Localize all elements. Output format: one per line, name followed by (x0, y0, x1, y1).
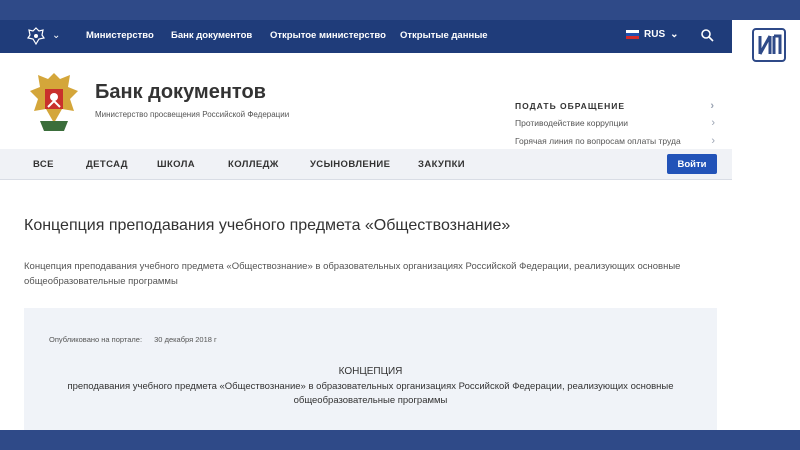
submit-appeal-link[interactable]: ПОДАТЬ ОБРАЩЕНИЕ › (515, 99, 715, 113)
link-label: Противодействие коррупции (515, 118, 629, 128)
anti-corruption-link[interactable]: Противодействие коррупции › (515, 116, 715, 130)
document-title: преподавания учебного предмета «Общество… (67, 381, 674, 406)
emblem-icon[interactable] (24, 67, 84, 135)
brand-logo-icon (752, 28, 786, 62)
emblem-icon[interactable] (26, 26, 46, 46)
nav-item-document-bank[interactable]: Банк документов (171, 30, 252, 41)
menu-item-college[interactable]: КОЛЛЕДЖ (228, 159, 279, 170)
bottom-band (0, 430, 800, 450)
presentation-frame: ⌄ Министерство Банк документов Открытое … (0, 0, 800, 450)
hotline-link[interactable]: Горячая линия по вопросам оплаты труда › (515, 134, 715, 148)
right-margin (732, 20, 800, 430)
link-label: Горячая линия по вопросам оплаты труда (515, 136, 681, 146)
document-preview: Опубликовано на портале: 30 декабря 2018… (24, 308, 717, 430)
chevron-right-icon: › (711, 135, 715, 147)
menu-item-school[interactable]: ШКОЛА (157, 159, 195, 170)
top-navigation: ⌄ Министерство Банк документов Открытое … (0, 20, 732, 53)
language-selector[interactable]: RUS ⌄ (626, 29, 679, 40)
menu-item-all[interactable]: ВСЕ (33, 159, 54, 170)
site-title[interactable]: Банк документов (95, 81, 266, 104)
link-label: ПОДАТЬ ОБРАЩЕНИЕ (515, 101, 626, 111)
document-heading: КОНЦЕПЦИЯ (338, 366, 403, 377)
top-band (0, 0, 800, 20)
publication-info: Опубликовано на портале: 30 декабря 2018… (49, 335, 217, 344)
search-icon[interactable] (700, 28, 714, 42)
page-title: Концепция преподавания учебного предмета… (24, 217, 511, 234)
flag-icon (626, 30, 639, 39)
nav-item-open-data[interactable]: Открытые данные (400, 30, 488, 41)
category-menu: ВСЕ ДЕТСАД ШКОЛА КОЛЛЕДЖ УСЫНОВЛЕНИЕ ЗАК… (0, 149, 732, 180)
chevron-down-icon: ⌄ (670, 29, 679, 40)
chevron-down-icon[interactable]: ⌄ (52, 30, 60, 41)
menu-item-kindergarten[interactable]: ДЕТСАД (86, 159, 128, 170)
site-subtitle: Министерство просвещения Российской Феде… (95, 110, 290, 119)
site-header: Банк документов Министерство просвещения… (0, 53, 732, 149)
published-date: 30 декабря 2018 г (154, 335, 217, 344)
menu-item-procurement[interactable]: ЗАКУПКИ (418, 159, 465, 170)
published-label: Опубликовано на портале: (49, 335, 143, 344)
login-button[interactable]: Войти (667, 154, 717, 174)
nav-item-open-ministry[interactable]: Открытое министерство (270, 30, 386, 41)
page-description: Концепция преподавания учебного предмета… (24, 261, 681, 287)
chevron-right-icon: › (710, 100, 715, 112)
language-label: RUS (644, 29, 666, 40)
nav-item-ministry[interactable]: Министерство (86, 30, 154, 41)
chevron-right-icon: › (711, 117, 715, 129)
menu-item-adoption[interactable]: УСЫНОВЛЕНИЕ (310, 159, 390, 170)
website-screenshot: ⌄ Министерство Банк документов Открытое … (0, 20, 732, 430)
